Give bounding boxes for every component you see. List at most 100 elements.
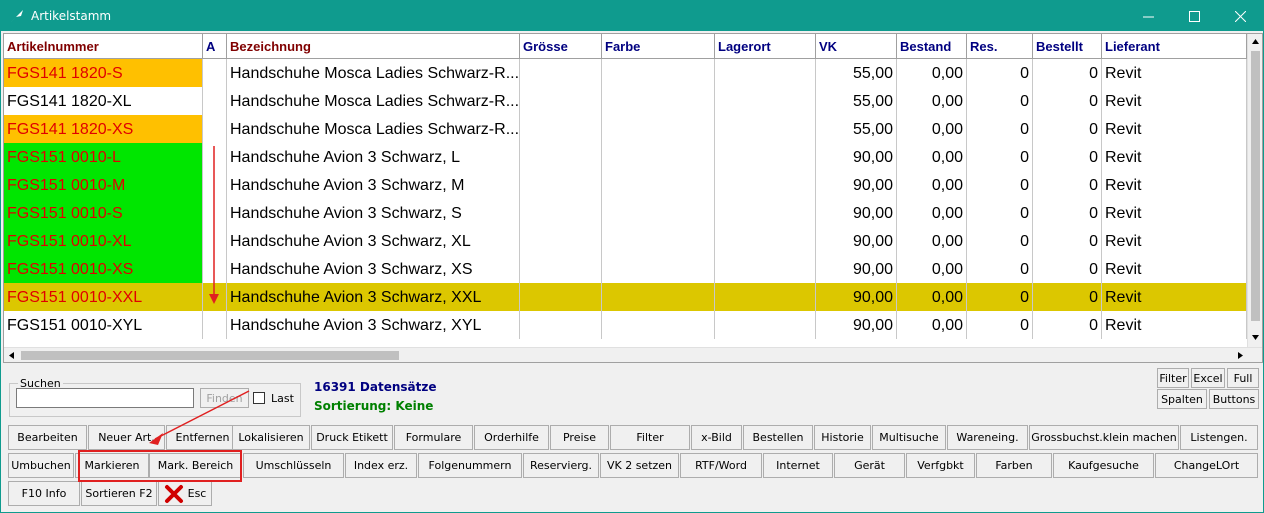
button-preise[interactable]: Preise (550, 425, 609, 450)
column-header-groesse[interactable]: Grösse (520, 34, 602, 59)
scroll-down-icon[interactable] (1248, 330, 1263, 345)
cell-lieferant: Revit (1102, 311, 1247, 339)
button-folgenummern[interactable]: Folgenummern (418, 453, 522, 478)
button-farben[interactable]: Farben (976, 453, 1052, 478)
column-header-bestellt[interactable]: Bestellt (1033, 34, 1102, 59)
cell-res: 0 (967, 283, 1033, 311)
view-button-buttons[interactable]: Buttons (1209, 389, 1259, 409)
button-bearbeiten[interactable]: Bearbeiten (8, 425, 87, 450)
button-formulare[interactable]: Formulare (394, 425, 473, 450)
column-header-bestand[interactable]: Bestand (897, 34, 967, 59)
cell-a (203, 311, 227, 339)
view-button-filter[interactable]: Filter (1157, 368, 1189, 388)
cell-art: FGS151 0010-XS (4, 255, 203, 283)
column-header-bez[interactable]: Bezeichnung (227, 34, 520, 59)
vertical-scroll-thumb[interactable] (1251, 51, 1260, 321)
cell-vk: 90,00 (816, 199, 897, 227)
button-filter[interactable]: Filter (610, 425, 690, 450)
table-row[interactable]: FGS151 0010-S Handschuhe Avion 3 Schwarz,… (4, 199, 1247, 227)
button-druck-etikett[interactable]: Druck Etikett (311, 425, 393, 450)
button-sortieren-f2[interactable]: Sortieren F2 (81, 481, 157, 506)
minimize-button[interactable] (1125, 1, 1171, 31)
cell-farbe (602, 227, 715, 255)
cell-lieferant: Revit (1102, 283, 1247, 311)
button-vk-2-setzen[interactable]: VK 2 setzen (600, 453, 679, 478)
scroll-left-icon[interactable] (4, 348, 19, 363)
table-row[interactable]: FGS141 1820-XS Handschuhe Mosca Ladies Sc… (4, 115, 1247, 143)
cell-lieferant: Revit (1102, 199, 1247, 227)
cell-groesse (520, 311, 602, 339)
table-row[interactable]: FGS151 0010-XXL Handschuhe Avion 3 Schwar… (4, 283, 1247, 311)
scroll-up-icon[interactable] (1248, 34, 1263, 49)
cell-res: 0 (967, 171, 1033, 199)
cell-bez: Handschuhe Mosca Ladies Schwarz-R... (227, 59, 520, 87)
button-esc[interactable]: Esc (158, 481, 212, 506)
button-reservierg[interactable]: Reservierg. (523, 453, 599, 478)
column-header-lagerort[interactable]: Lagerort (715, 34, 816, 59)
button-grossbuchst-klein-machen[interactable]: Grossbuchst.klein machen (1029, 425, 1179, 450)
table-row[interactable]: FGS151 0010-L Handschuhe Avion 3 Schwarz,… (4, 143, 1247, 171)
cell-bestand: 0,00 (897, 283, 967, 311)
cell-res: 0 (967, 87, 1033, 115)
cell-bestellt: 0 (1033, 87, 1102, 115)
column-header-res[interactable]: Res. (967, 34, 1033, 59)
cell-bestand: 0,00 (897, 59, 967, 87)
button-x-bild[interactable]: x-Bild (691, 425, 742, 450)
cell-res: 0 (967, 143, 1033, 171)
cell-art: FGS151 0010-L (4, 143, 203, 171)
column-header-vk[interactable]: VK (816, 34, 897, 59)
cell-farbe (602, 283, 715, 311)
button-rtf-word[interactable]: RTF/Word (680, 453, 762, 478)
button-multisuche[interactable]: Multisuche (872, 425, 946, 450)
cell-bestellt: 0 (1033, 283, 1102, 311)
cell-farbe (602, 143, 715, 171)
cell-res: 0 (967, 199, 1033, 227)
button-verfgbkt[interactable]: Verfgbkt (906, 453, 975, 478)
column-header-art[interactable]: Artikelnummer (4, 34, 203, 59)
button-orderhilfe[interactable]: Orderhilfe (474, 425, 549, 450)
button-umschl-sseln[interactable]: Umschlüsseln (243, 453, 344, 478)
vertical-scrollbar[interactable] (1247, 34, 1262, 347)
close-button[interactable] (1217, 1, 1263, 31)
column-header-lieferant[interactable]: Lieferant (1102, 34, 1247, 59)
cell-vk: 90,00 (816, 311, 897, 339)
view-button-full[interactable]: Full (1227, 368, 1259, 388)
maximize-button[interactable] (1171, 1, 1217, 31)
table-row[interactable]: FGS151 0010-XYL Handschuhe Avion 3 Schwar… (4, 311, 1247, 339)
scroll-right-icon[interactable] (1233, 348, 1248, 363)
button-kaufgesuche[interactable]: Kaufgesuche (1053, 453, 1154, 478)
button-index-erz[interactable]: Index erz. (345, 453, 417, 478)
column-header-a[interactable]: A (203, 34, 227, 59)
table-row[interactable]: FGS151 0010-XL Handschuhe Avion 3 Schwarz… (4, 227, 1247, 255)
cell-bestellt: 0 (1033, 227, 1102, 255)
last-checkbox[interactable] (253, 392, 265, 404)
button-ger-t[interactable]: Gerät (834, 453, 905, 478)
column-header-farbe[interactable]: Farbe (602, 34, 715, 59)
button-wareneing[interactable]: Wareneing. (947, 425, 1028, 450)
cell-vk: 55,00 (816, 87, 897, 115)
button-f10-info[interactable]: F10 Info (8, 481, 80, 506)
view-button-excel[interactable]: Excel (1191, 368, 1225, 388)
view-button-spalten[interactable]: Spalten (1157, 389, 1207, 409)
table-row[interactable]: FGS141 1820-S Handschuhe Mosca Ladies Sch… (4, 59, 1247, 87)
table-row[interactable]: FGS151 0010-XS Handschuhe Avion 3 Schwarz… (4, 255, 1247, 283)
button-umbuchen[interactable]: Umbuchen (8, 453, 74, 478)
table-row[interactable]: FGS141 1820-XL Handschuhe Mosca Ladies Sc… (4, 87, 1247, 115)
table-row[interactable]: FGS151 0010-M Handschuhe Avion 3 Schwarz,… (4, 171, 1247, 199)
button-changelort[interactable]: ChangeLOrt (1155, 453, 1258, 478)
button-listengen[interactable]: Listengen. (1180, 425, 1258, 450)
button-internet[interactable]: Internet (763, 453, 833, 478)
close-icon (1234, 10, 1246, 22)
button-bestellen[interactable]: Bestellen (743, 425, 813, 450)
cell-lagerort (715, 59, 816, 87)
cell-lieferant: Revit (1102, 59, 1247, 87)
app-icon (11, 10, 23, 22)
horizontal-scroll-thumb[interactable] (21, 351, 399, 360)
cell-lagerort (715, 311, 816, 339)
horizontal-scrollbar[interactable] (4, 347, 1262, 362)
cell-lagerort (715, 199, 816, 227)
cell-lagerort (715, 227, 816, 255)
cell-lagerort (715, 115, 816, 143)
button-historie[interactable]: Historie (814, 425, 871, 450)
article-grid[interactable]: Artikelnummer A Bezeichnung Grösse Farbe Lage… (3, 33, 1263, 363)
